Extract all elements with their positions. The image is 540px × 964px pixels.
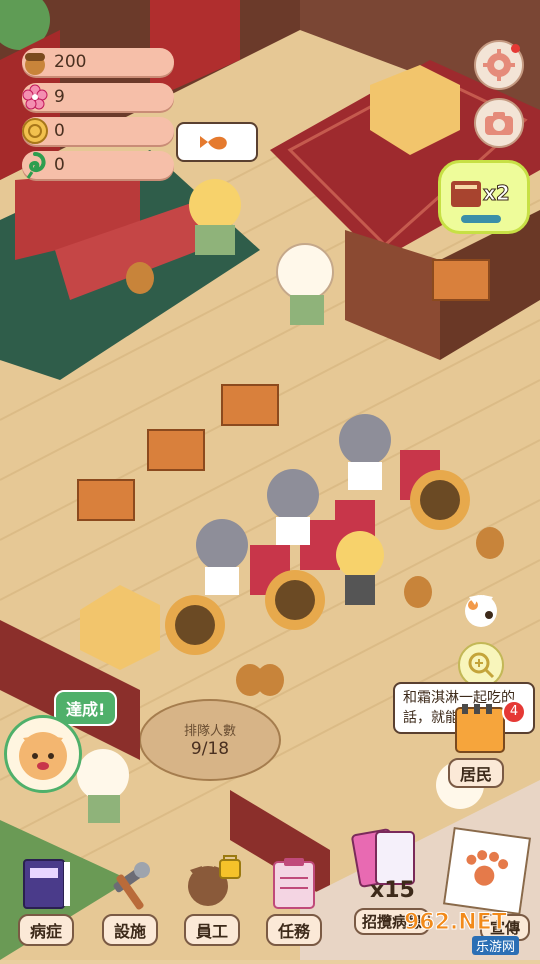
nav-illness-button[interactable]: 病症: [2, 850, 90, 946]
sakura-count: 9: [54, 87, 65, 107]
lucky-cat-icon: [465, 595, 497, 627]
boost-button[interactable]: x2: [438, 160, 530, 234]
lock-icon: [219, 859, 241, 879]
recruit-multiplier: x15: [370, 878, 415, 903]
watermark: 962.NET 乐游网: [400, 908, 536, 956]
notification-dot: [511, 44, 520, 53]
book-boost-icon: [451, 181, 481, 207]
promo-button[interactable]: [442, 826, 532, 916]
cat-avatar-icon: [19, 732, 67, 780]
nav-task-button[interactable]: 任務: [250, 850, 338, 946]
reception-speech-bubble[interactable]: [176, 122, 258, 162]
gear-icon: [483, 49, 515, 81]
cat-staff-icon: [188, 855, 241, 906]
camera-icon: [485, 112, 513, 135]
clipboard-icon: [273, 858, 315, 909]
queue-count: 9/18: [190, 739, 230, 759]
acorn-icon: [18, 45, 52, 79]
nav-staff-label: 員工: [183, 914, 240, 946]
queue-display: 排隊人數 9/18: [160, 720, 260, 759]
watermark-brand: 962.NET: [404, 910, 508, 936]
resource-coin: 0: [22, 117, 174, 145]
nav-facility-label: 設施: [101, 914, 158, 946]
leaf-spiral-icon: [18, 148, 52, 182]
watermark-sub: 乐游网: [472, 936, 520, 955]
paw-icon: [466, 850, 509, 886]
magnifier-plus-icon: [468, 652, 495, 679]
resident-badge: 4: [502, 700, 526, 724]
book-icon: [23, 859, 70, 909]
lucky-cat-button[interactable]: [458, 586, 504, 632]
achievement-button[interactable]: [4, 715, 82, 793]
coin-icon: [18, 114, 52, 148]
coin-count: 0: [54, 121, 65, 141]
nav-staff-button[interactable]: 員工: [168, 850, 256, 946]
resident-button[interactable]: 4 居民: [440, 700, 526, 788]
resident-label: 居民: [448, 758, 505, 788]
boost-timer-bar: [461, 215, 501, 223]
boost-multiplier: x2: [483, 181, 511, 206]
nav-facility-button[interactable]: 設施: [86, 850, 174, 946]
camera-button[interactable]: [474, 98, 524, 148]
nav-illness-label: 病症: [17, 914, 74, 946]
queue-title: 排隊人數: [183, 724, 236, 739]
settings-button[interactable]: [474, 40, 524, 90]
resource-acorn: 200: [22, 48, 174, 76]
resource-leaf: 0: [22, 151, 174, 179]
resource-sakura: 9: [22, 83, 174, 111]
hammer-wrench-icon: [113, 862, 150, 910]
nav-task-label: 任務: [265, 914, 322, 946]
leaf-count: 0: [54, 155, 65, 175]
acorn-count: 200: [54, 52, 87, 72]
sakura-icon: [18, 80, 52, 114]
